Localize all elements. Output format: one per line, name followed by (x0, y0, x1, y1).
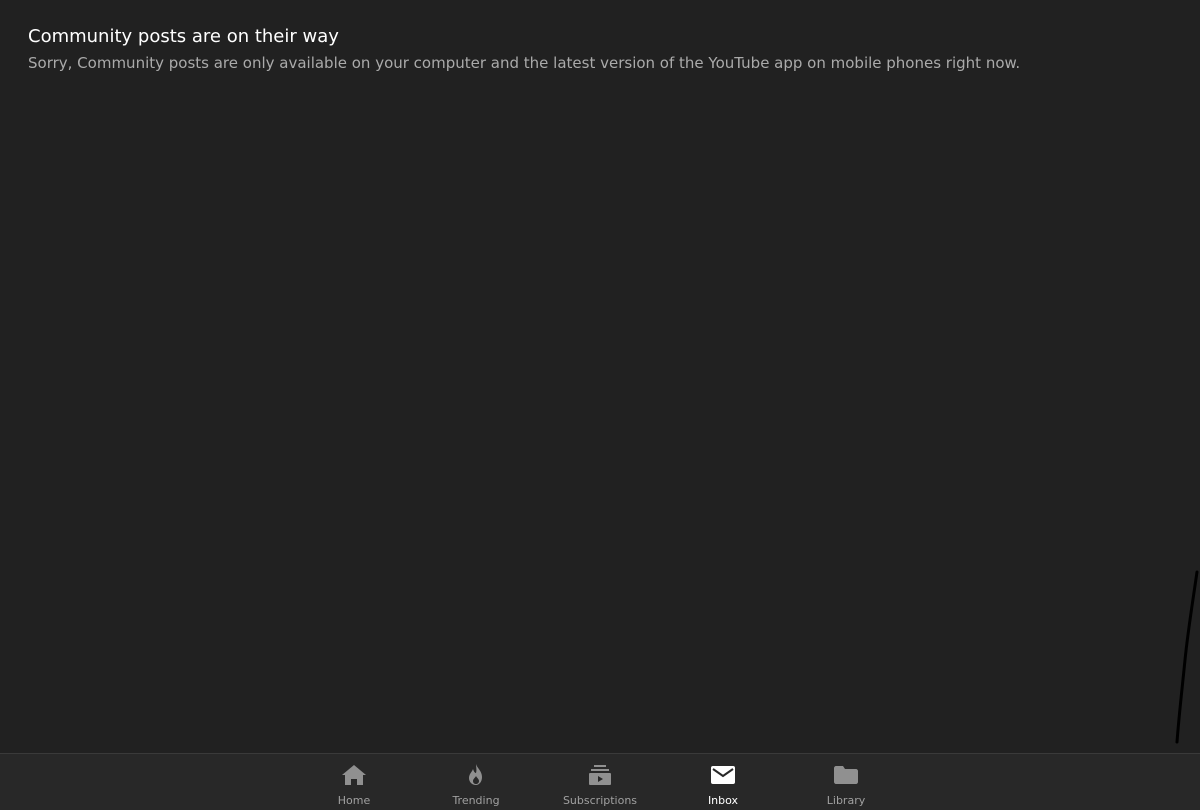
empty-state-title: Community posts are on their way (28, 26, 339, 47)
folder-icon (833, 764, 859, 786)
empty-state-message: Sorry, Community posts are only availabl… (28, 54, 1021, 72)
nav-item-trending[interactable]: Trending (426, 754, 526, 810)
pen-stroke-mark (1175, 570, 1199, 744)
flame-icon (463, 764, 489, 786)
bottom-navigation-bar: Home Trending Subscriptions Inbox Librar… (0, 753, 1200, 810)
nav-label-trending: Trending (452, 794, 500, 807)
empty-state: Community posts are on their way Sorry, … (28, 20, 1172, 74)
nav-item-home[interactable]: Home (304, 754, 404, 810)
nav-item-inbox[interactable]: Inbox (673, 754, 773, 810)
nav-item-subscriptions[interactable]: Subscriptions (550, 754, 650, 810)
nav-label-subscriptions: Subscriptions (562, 794, 638, 807)
subscriptions-icon (587, 764, 613, 786)
nav-label-home: Home (337, 794, 371, 807)
app-screen: Community posts are on their way Sorry, … (0, 0, 1200, 810)
nav-label-inbox: Inbox (707, 794, 739, 807)
home-icon (341, 764, 367, 786)
mail-icon (710, 764, 736, 786)
nav-item-library[interactable]: Library (796, 754, 896, 810)
nav-label-library: Library (826, 794, 866, 807)
